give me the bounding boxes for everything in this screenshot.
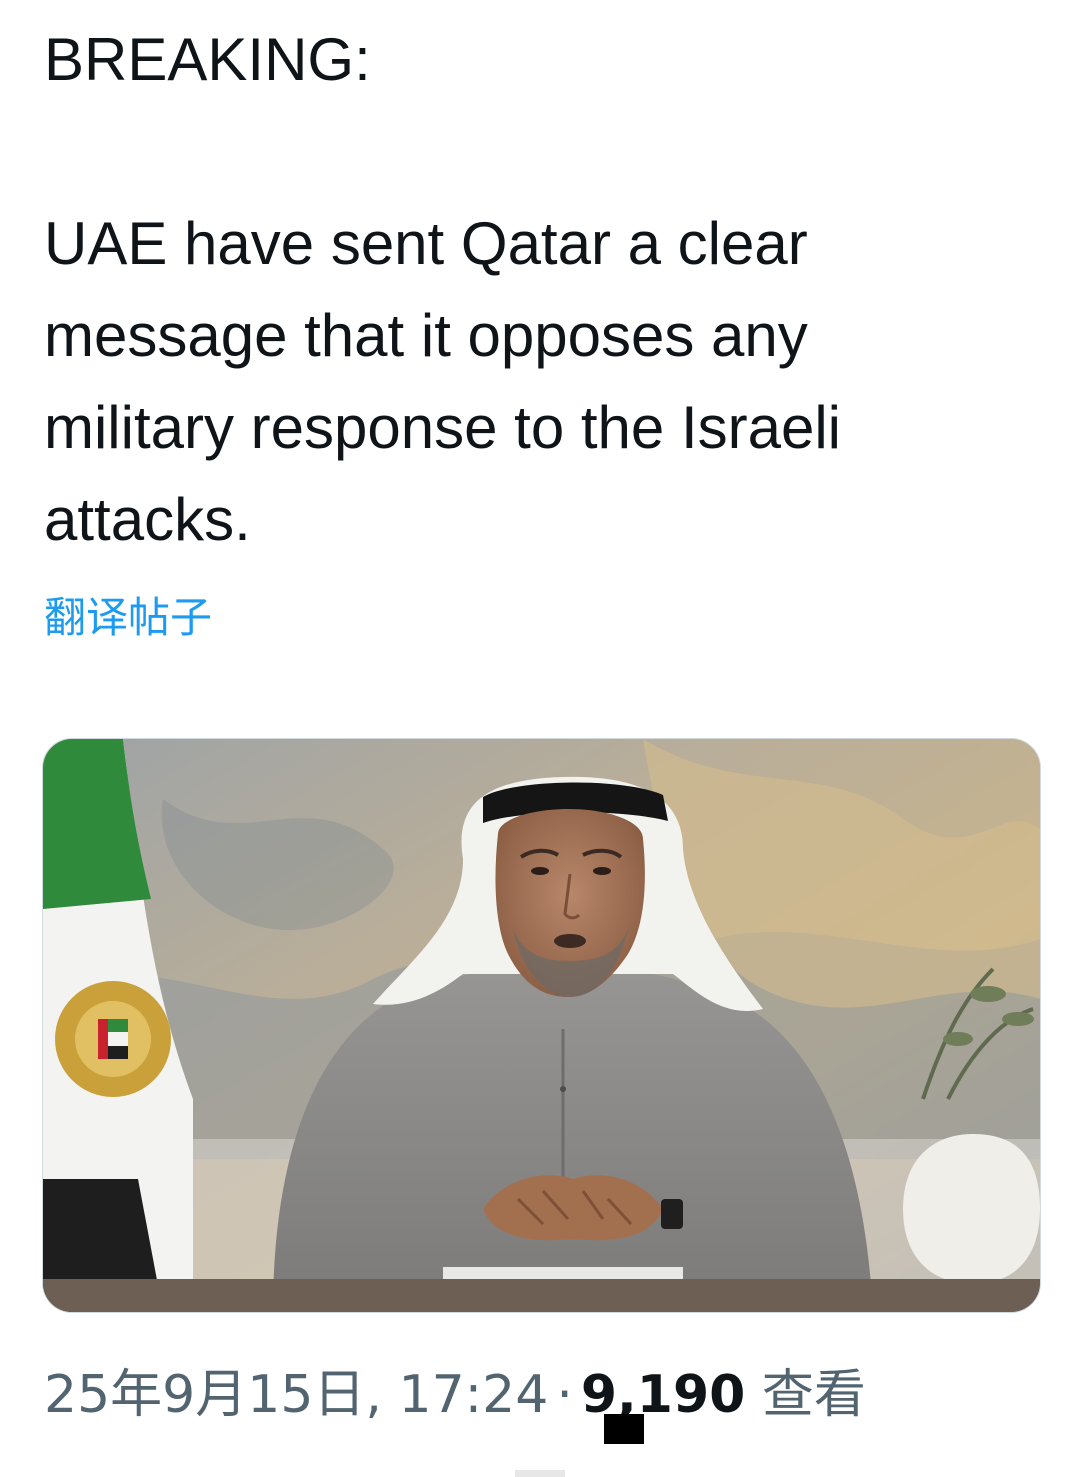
photo-illustration <box>43 739 1040 1312</box>
translate-post-link[interactable]: 翻译帖子 <box>44 588 212 648</box>
hands <box>483 1175 663 1241</box>
post-body-line: UAE have sent Qatar a clear <box>44 210 808 277</box>
post-body-line: military response to the Israeli <box>44 394 841 461</box>
post-text: BREAKING: UAE have sent Qatar a clear me… <box>44 14 1044 566</box>
post-meta: 25年9月15日, 17:24 · 9,190 查看 <box>44 1360 866 1430</box>
post-heading: BREAKING: <box>44 26 371 93</box>
post-media-photo[interactable] <box>42 738 1041 1313</box>
text-cursor <box>604 1414 644 1444</box>
post: BREAKING: UAE have sent Qatar a clear me… <box>0 0 1080 1477</box>
home-indicator <box>515 1470 565 1477</box>
post-body-line: attacks. <box>44 486 251 553</box>
post-body-line: message that it opposes any <box>44 302 808 369</box>
desk <box>43 1279 1040 1312</box>
views-label: 查看 <box>761 1365 866 1425</box>
meta-separator: · <box>556 1365 573 1425</box>
post-timestamp[interactable]: 25年9月15日, 17:24 <box>44 1365 548 1425</box>
